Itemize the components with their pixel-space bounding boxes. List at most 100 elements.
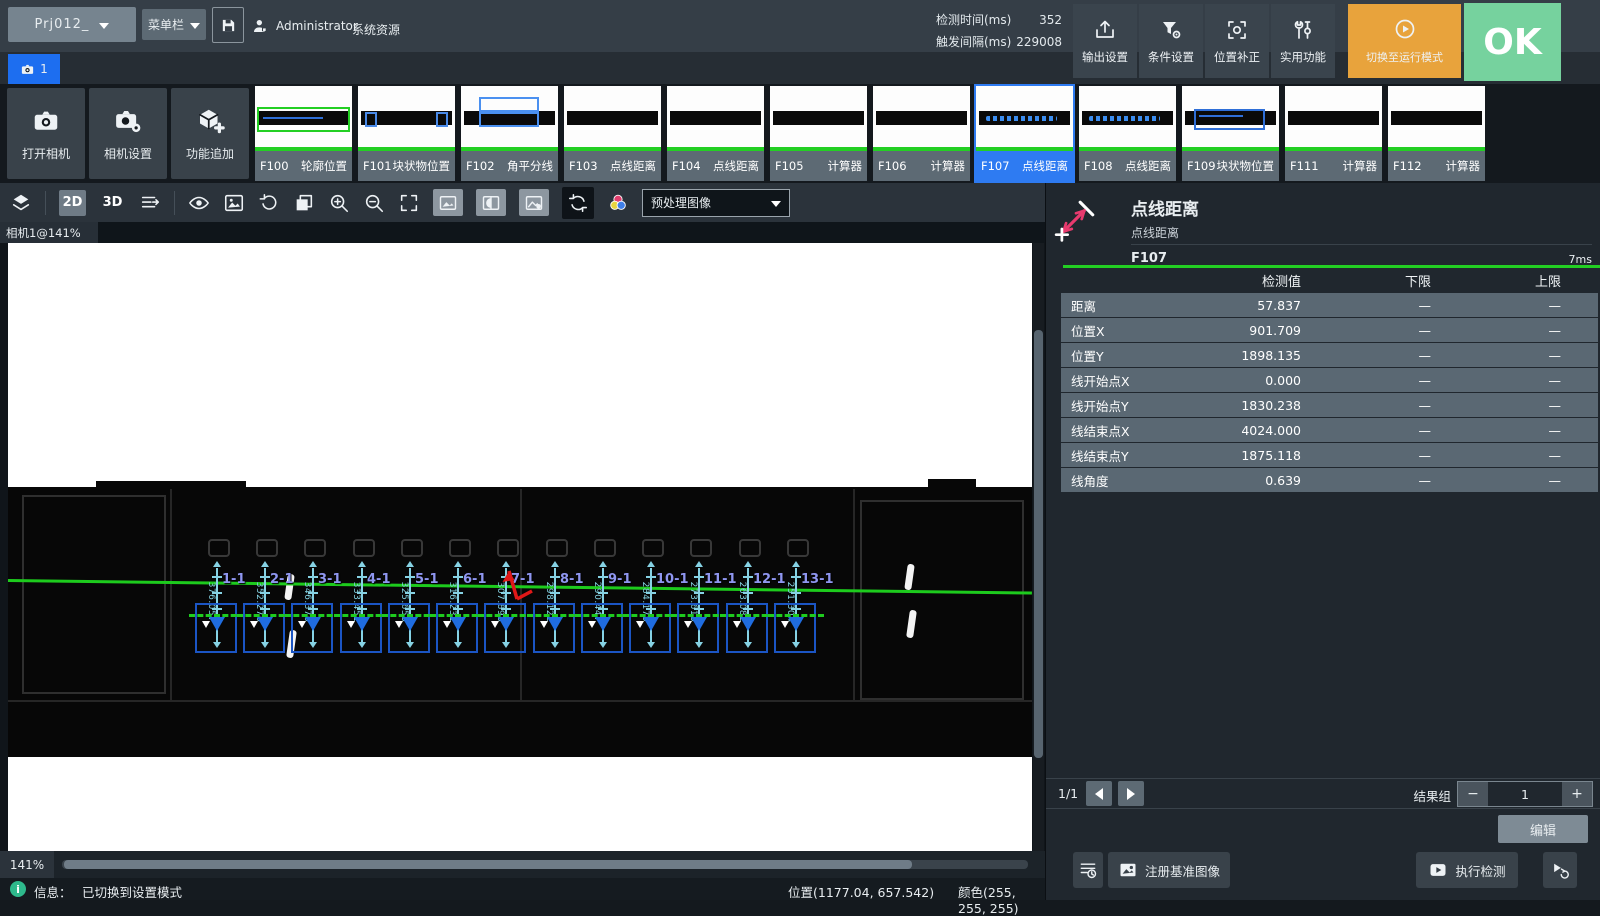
image-option-button[interactable] <box>519 189 549 216</box>
user-session[interactable]: Administrator <box>252 18 358 34</box>
point-marker-highlight <box>347 621 355 628</box>
tool-button-camera-gear[interactable]: 相机设置 <box>89 88 167 179</box>
module-thumb-F105[interactable]: F105 计算器 <box>770 86 867 181</box>
switch-run-mode-button[interactable]: 切换至运行模式 <box>1348 4 1461 78</box>
module-thumb-label: F109块状物位置 <box>1182 151 1279 181</box>
camera-tools: 打开相机相机设置功能追加 <box>7 88 249 179</box>
viewer-camera-tab[interactable]: 相机1@141% <box>0 222 98 243</box>
save-icon <box>220 17 237 34</box>
horizontal-scrollbar-thumb[interactable] <box>64 860 912 869</box>
action-button-filter[interactable]: 条件设置 <box>1139 4 1203 78</box>
component-feature <box>690 539 712 557</box>
vertical-scrollbar-thumb[interactable] <box>1034 330 1043 758</box>
run-loop-button[interactable] <box>1543 852 1577 888</box>
image-display-icon[interactable] <box>223 192 245 214</box>
module-thumb-F112[interactable]: F112计算器 <box>1388 86 1485 181</box>
cube-plus-icon <box>195 106 225 136</box>
color-mode-icon[interactable] <box>607 192 629 214</box>
vertical-scrollbar[interactable] <box>1033 243 1044 851</box>
module-id: F108 <box>1084 159 1113 173</box>
run-detection-button[interactable]: 执行检测 <box>1416 852 1518 888</box>
module-name: 计算器 <box>828 158 863 174</box>
list-view-icon[interactable] <box>139 192 161 214</box>
list-clock-icon <box>1078 860 1098 880</box>
module-thumb-F101[interactable]: F101块状物位置 <box>358 86 455 181</box>
mode-2d-button[interactable]: 2D <box>59 190 86 216</box>
tool-button-cube-plus[interactable]: 功能追加 <box>171 88 249 179</box>
next-page-button[interactable] <box>1118 781 1144 806</box>
chevron-down-icon <box>771 201 781 207</box>
module-thumb-F111[interactable]: F111计算器 <box>1285 86 1382 181</box>
mode-3d-button[interactable]: 3D <box>99 190 126 216</box>
module-thumb-F107[interactable]: F107点线距离 <box>976 86 1073 181</box>
alert-arrow <box>486 555 541 607</box>
module-thumb-F102[interactable]: F102角平分线 <box>461 86 558 181</box>
split-image-button[interactable] <box>476 189 506 216</box>
inspection-image[interactable]: 376.0571-1352.2762-1346.3703-1333.4514-1… <box>8 243 1032 851</box>
save-button[interactable] <box>212 7 244 43</box>
result-row[interactable]: 距离57.837—— <box>1061 293 1598 317</box>
component-feature <box>304 539 326 557</box>
module-id: F105 <box>775 159 804 173</box>
module-thumb-F104[interactable]: F104点线距离 <box>667 86 764 181</box>
action-button-export[interactable]: 输出设置 <box>1073 4 1137 78</box>
system-resource-link[interactable]: 系统资源 <box>352 21 400 38</box>
module-name: 角平分线 <box>507 158 553 174</box>
module-id: F104 <box>672 159 701 173</box>
result-row[interactable]: 线开始点X0.000—— <box>1061 368 1598 392</box>
component-feature <box>208 539 230 557</box>
module-thumb-F109[interactable]: F109块状物位置 <box>1182 86 1279 181</box>
module-status-line <box>255 147 352 151</box>
marker-label: 5-1 <box>415 572 439 587</box>
result-row[interactable]: 位置Y1898.135—— <box>1061 343 1598 367</box>
zoom-out-icon[interactable] <box>363 192 385 214</box>
fit-screen-icon[interactable] <box>398 192 420 214</box>
project-select[interactable]: Prj012_ <box>8 7 136 42</box>
point-marker-highlight <box>202 621 210 628</box>
prev-page-button[interactable] <box>1086 781 1112 806</box>
point-marker <box>498 617 514 631</box>
camera-tab-1[interactable]: 1 <box>8 54 60 87</box>
marker-label: 12-1 <box>753 572 786 587</box>
point-marker-highlight <box>298 621 306 628</box>
image-source-value: 预处理图像 <box>651 194 711 211</box>
toolbar-separator <box>174 191 175 215</box>
visibility-icon[interactable] <box>188 192 210 214</box>
result-row[interactable]: 线开始点Y1830.238—— <box>1061 393 1598 417</box>
zoom-in-icon[interactable] <box>328 192 350 214</box>
module-thumb-F103[interactable]: F103点线距离 <box>564 86 661 181</box>
result-low-limit: — <box>1301 423 1431 438</box>
image-source-dropdown[interactable]: 预处理图像 <box>642 189 790 217</box>
result-row[interactable]: 线角度0.639—— <box>1061 468 1598 492</box>
action-button-tools[interactable]: 实用功能 <box>1271 4 1335 78</box>
horizontal-scrollbar[interactable] <box>62 860 1028 869</box>
module-thumb-F106[interactable]: F106计算器 <box>873 86 970 181</box>
tool-button-camera[interactable]: 打开相机 <box>7 88 85 179</box>
result-row[interactable]: 位置X901.709—— <box>1061 318 1598 342</box>
edit-button[interactable]: 编辑 <box>1498 815 1588 843</box>
show-image-button[interactable] <box>433 189 463 216</box>
position-icon <box>1225 18 1249 42</box>
menu-bar-button[interactable]: 菜单栏 <box>142 9 206 40</box>
result-group-increment[interactable]: + <box>1562 782 1592 806</box>
rotate-view-icon[interactable] <box>258 192 280 214</box>
result-group-decrement[interactable]: − <box>1458 782 1488 806</box>
module-thumb-F108[interactable]: F108点线距离 <box>1079 86 1176 181</box>
module-thumb-F100[interactable]: F100轮廓位置 <box>255 86 352 181</box>
register-reference-image-button[interactable]: 注册基准图像 <box>1108 852 1230 888</box>
stat-label: 触发间隔(ms) <box>936 31 1011 53</box>
layers-icon[interactable] <box>10 192 32 214</box>
point-marker-highlight <box>250 621 258 628</box>
component-feature <box>594 539 616 557</box>
point-marker <box>740 617 756 631</box>
chevron-right-icon <box>1127 788 1135 800</box>
result-row[interactable]: 线结束点X4024.000—— <box>1061 418 1598 442</box>
camera-icon <box>20 62 35 77</box>
result-low-limit: — <box>1301 473 1431 488</box>
action-button-position[interactable]: 位置补正 <box>1205 4 1269 78</box>
copy-view-icon[interactable] <box>293 192 315 214</box>
result-group-value[interactable]: 1 <box>1488 782 1562 806</box>
result-row[interactable]: 线结束点Y1875.118—— <box>1061 443 1598 467</box>
result-log-button[interactable] <box>1073 852 1103 888</box>
refresh-button[interactable] <box>562 187 594 219</box>
